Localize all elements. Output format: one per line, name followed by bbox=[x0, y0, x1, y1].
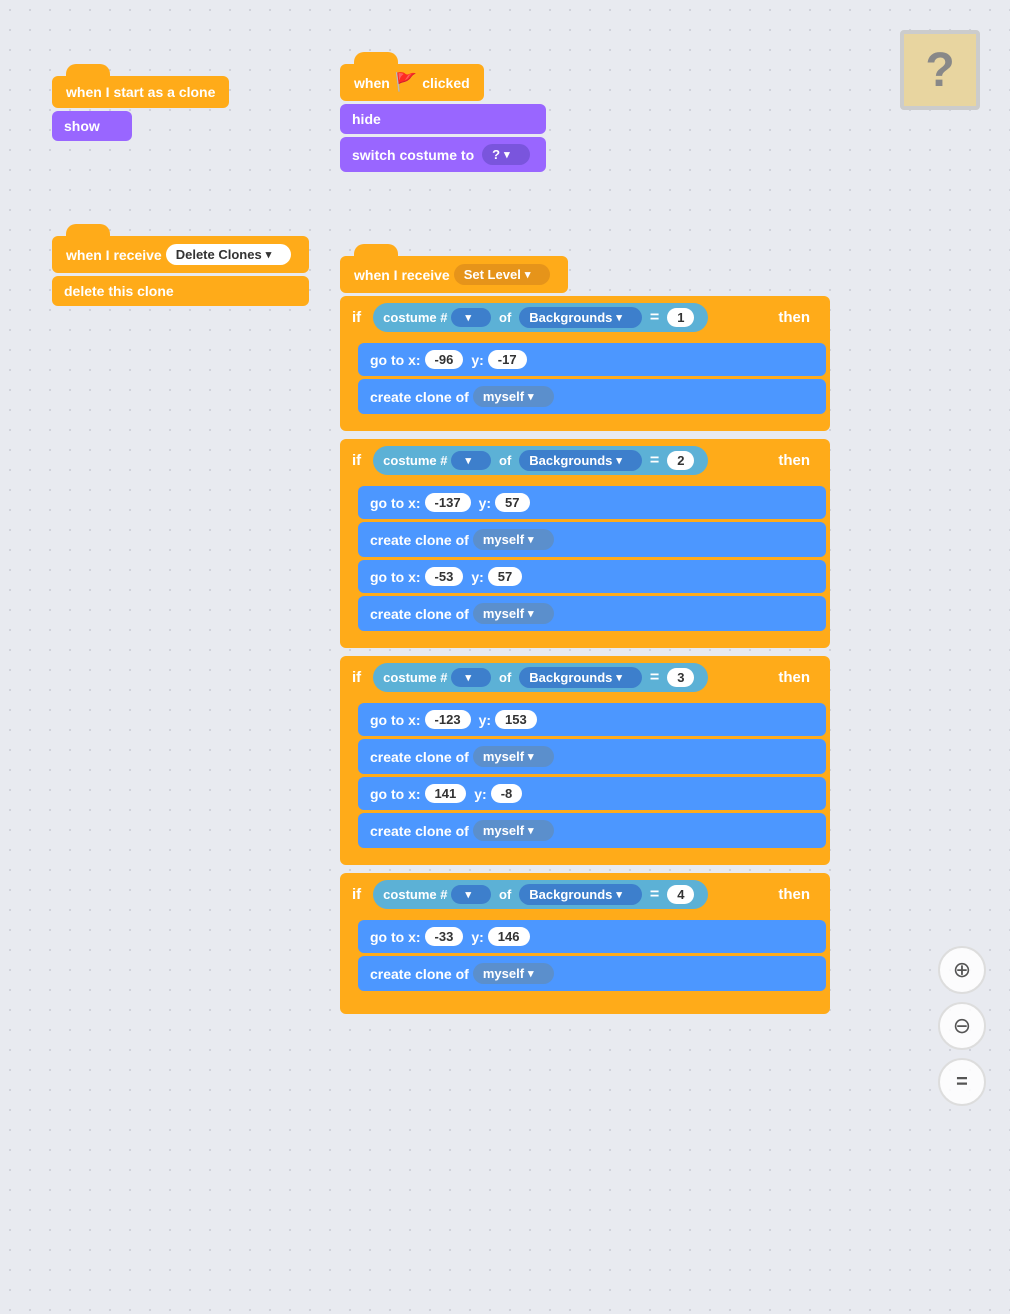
hide-block[interactable]: hide bbox=[340, 104, 546, 134]
clone-dropdown-2-2[interactable]: myself bbox=[473, 603, 554, 624]
costume-hash-dropdown-3[interactable] bbox=[451, 668, 491, 687]
if-block-1: if costume # of Backgrounds = 1 then go … bbox=[340, 296, 830, 431]
when-receive-delete-hat[interactable]: when I receive Delete Clones bbox=[52, 236, 309, 273]
condition-2[interactable]: costume # of Backgrounds = 2 bbox=[373, 446, 708, 475]
clone-dropdown-3-1[interactable]: myself bbox=[473, 746, 554, 767]
stack-delete-clones: when I receive Delete Clones delete this… bbox=[52, 220, 309, 309]
x-value-4-1: -33 bbox=[425, 927, 464, 946]
if-block-4: if costume # of Backgrounds = 4 then go … bbox=[340, 873, 830, 1014]
costume-hash-dropdown-2[interactable] bbox=[451, 451, 491, 470]
create-clone-block-3-1[interactable]: create clone of myself bbox=[358, 739, 826, 774]
zoom-in-icon: ⊕ bbox=[953, 957, 971, 983]
clone-dropdown-1-1[interactable]: myself bbox=[473, 386, 554, 407]
switch-costume-block[interactable]: switch costume to ? bbox=[340, 137, 546, 172]
when-receive-set-level-hat[interactable]: when I receive Set Level bbox=[340, 256, 568, 293]
if-block-2: if costume # of Backgrounds = 2 then go … bbox=[340, 439, 830, 648]
x-value-2-2: -53 bbox=[425, 567, 464, 586]
goto-block-2-2[interactable]: go to x: -53 y: 57 bbox=[358, 560, 826, 593]
zoom-reset-button[interactable]: = bbox=[938, 1058, 986, 1106]
costume-hash-dropdown-1[interactable] bbox=[451, 308, 491, 327]
condition-value-2: 2 bbox=[667, 451, 694, 470]
x-value-3-2: 141 bbox=[425, 784, 467, 803]
when-start-clone-hat[interactable]: when I start as a clone bbox=[52, 76, 229, 108]
condition-3[interactable]: costume # of Backgrounds = 3 bbox=[373, 663, 708, 692]
backgrounds-dropdown-4[interactable]: Backgrounds bbox=[519, 884, 642, 905]
if-label-1: if bbox=[352, 309, 361, 326]
clone-dropdown-3-2[interactable]: myself bbox=[473, 820, 554, 841]
if-label-3: if bbox=[352, 669, 361, 686]
zoom-in-button[interactable]: ⊕ bbox=[938, 946, 986, 994]
zoom-out-icon: ⊖ bbox=[953, 1013, 971, 1039]
y-value-2-1: 57 bbox=[495, 493, 529, 512]
delete-this-clone-block[interactable]: delete this clone bbox=[52, 276, 309, 306]
goto-block-3-2[interactable]: go to x: 141 y: -8 bbox=[358, 777, 826, 810]
set-level-dropdown[interactable]: Set Level bbox=[454, 264, 551, 285]
condition-value-4: 4 bbox=[667, 885, 694, 904]
y-value-1-1: -17 bbox=[488, 350, 527, 369]
question-mark-icon: ? bbox=[900, 30, 980, 110]
zoom-reset-icon: = bbox=[956, 1071, 968, 1094]
when-start-clone-label: when I start as a clone bbox=[66, 84, 215, 100]
costume-dropdown[interactable]: ? bbox=[482, 144, 529, 165]
create-clone-block-3-2[interactable]: create clone of myself bbox=[358, 813, 826, 848]
x-value-2-1: -137 bbox=[425, 493, 471, 512]
then-label-1: then bbox=[778, 309, 810, 326]
flag-icon: 🚩 bbox=[395, 72, 417, 93]
condition-value-3: 3 bbox=[667, 668, 694, 687]
zoom-controls: ⊕ ⊖ = bbox=[938, 946, 986, 1114]
x-value-3-1: -123 bbox=[425, 710, 471, 729]
condition-4[interactable]: costume # of Backgrounds = 4 bbox=[373, 880, 708, 909]
clone-dropdown-4-1[interactable]: myself bbox=[473, 963, 554, 984]
if-block-3: if costume # of Backgrounds = 3 then go … bbox=[340, 656, 830, 865]
create-clone-block-2-2[interactable]: create clone of myself bbox=[358, 596, 826, 631]
stack-clone-start: when I start as a clone show bbox=[52, 60, 229, 144]
clone-dropdown-2-1[interactable]: myself bbox=[473, 529, 554, 550]
show-block[interactable]: show bbox=[52, 111, 132, 141]
y-value-3-1: 153 bbox=[495, 710, 537, 729]
y-value-4-1: 146 bbox=[488, 927, 530, 946]
goto-block-4-1[interactable]: go to x: -33 y: 146 bbox=[358, 920, 826, 953]
when-flag-clicked-hat[interactable]: when 🚩 clicked bbox=[340, 64, 484, 101]
y-value-3-2: -8 bbox=[491, 784, 523, 803]
if-label-4: if bbox=[352, 886, 361, 903]
create-clone-block-2-1[interactable]: create clone of myself bbox=[358, 522, 826, 557]
goto-block-1-1[interactable]: go to x: -96 y: -17 bbox=[358, 343, 826, 376]
backgrounds-dropdown-1[interactable]: Backgrounds bbox=[519, 307, 642, 328]
delete-clones-dropdown[interactable]: Delete Clones bbox=[166, 244, 292, 265]
stack-flag-clicked: when 🚩 clicked hide switch costume to ? bbox=[340, 48, 546, 175]
then-label-2: then bbox=[778, 452, 810, 469]
condition-1[interactable]: costume # of Backgrounds = 1 bbox=[373, 303, 708, 332]
then-label-3: then bbox=[778, 669, 810, 686]
goto-block-3-1[interactable]: go to x: -123 y: 153 bbox=[358, 703, 826, 736]
stack-main: when I receive Set Level if costume # of… bbox=[340, 240, 830, 1018]
condition-value-1: 1 bbox=[667, 308, 694, 327]
goto-block-2-1[interactable]: go to x: -137 y: 57 bbox=[358, 486, 826, 519]
backgrounds-dropdown-2[interactable]: Backgrounds bbox=[519, 450, 642, 471]
backgrounds-dropdown-3[interactable]: Backgrounds bbox=[519, 667, 642, 688]
if-label-2: if bbox=[352, 452, 361, 469]
y-value-2-2: 57 bbox=[488, 567, 522, 586]
create-clone-block-4-1[interactable]: create clone of myself bbox=[358, 956, 826, 991]
create-clone-block-1-1[interactable]: create clone of myself bbox=[358, 379, 826, 414]
then-label-4: then bbox=[778, 886, 810, 903]
costume-hash-dropdown-4[interactable] bbox=[451, 885, 491, 904]
zoom-out-button[interactable]: ⊖ bbox=[938, 1002, 986, 1050]
x-value-1-1: -96 bbox=[425, 350, 464, 369]
